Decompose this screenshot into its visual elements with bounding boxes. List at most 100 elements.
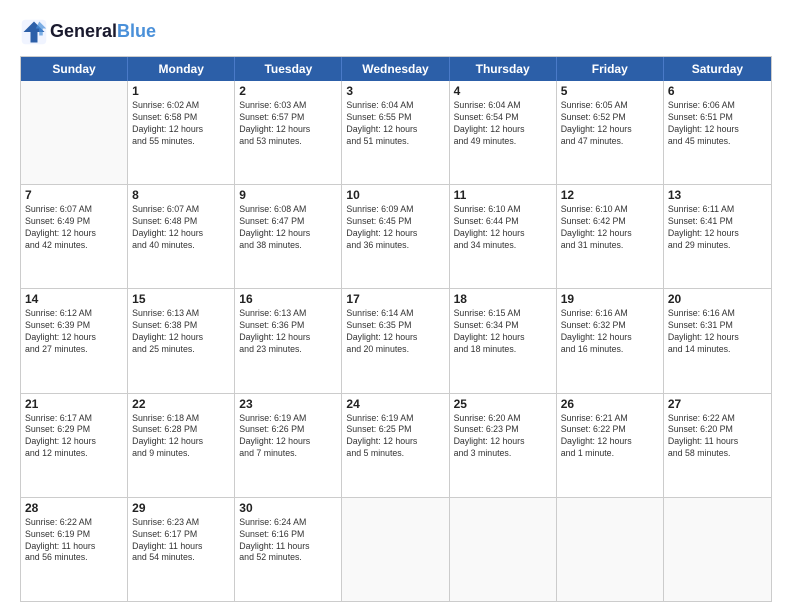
day-cell-15: 15 Sunrise: 6:13 AM Sunset: 6:38 PM Dayli… [128, 289, 235, 392]
day-cell-21: 21 Sunrise: 6:17 AM Sunset: 6:29 PM Dayli… [21, 394, 128, 497]
calendar-row-5: 28 Sunrise: 6:22 AM Sunset: 6:19 PM Dayli… [21, 497, 771, 601]
day-number: 16 [239, 292, 337, 306]
calendar: SundayMondayTuesdayWednesdayThursdayFrid… [20, 56, 772, 602]
page-header: GeneralBlue [20, 18, 772, 46]
day-header-saturday: Saturday [664, 57, 771, 81]
day-info: Sunrise: 6:02 AM Sunset: 6:58 PM Dayligh… [132, 100, 230, 148]
day-info: Sunrise: 6:07 AM Sunset: 6:48 PM Dayligh… [132, 204, 230, 252]
day-info: Sunrise: 6:04 AM Sunset: 6:55 PM Dayligh… [346, 100, 444, 148]
day-number: 3 [346, 84, 444, 98]
day-number: 1 [132, 84, 230, 98]
day-cell-19: 19Sunrise: 6:16 AM Sunset: 6:32 PM Dayli… [557, 289, 664, 392]
day-cell-12: 12 Sunrise: 6:10 AM Sunset: 6:42 PM Dayli… [557, 185, 664, 288]
day-number: 21 [25, 397, 123, 411]
day-cell-25: 25 Sunrise: 6:20 AM Sunset: 6:23 PM Dayli… [450, 394, 557, 497]
day-info: Sunrise: 6:11 AM Sunset: 6:41 PM Dayligh… [668, 204, 767, 252]
day-cell-9: 9Sunrise: 6:08 AM Sunset: 6:47 PM Daylig… [235, 185, 342, 288]
day-number: 5 [561, 84, 659, 98]
empty-cell [557, 498, 664, 601]
day-number: 8 [132, 188, 230, 202]
day-number: 15 [132, 292, 230, 306]
day-info: Sunrise: 6:13 AM Sunset: 6:36 PM Dayligh… [239, 308, 337, 356]
day-number: 19 [561, 292, 659, 306]
day-number: 30 [239, 501, 337, 515]
day-info: Sunrise: 6:09 AM Sunset: 6:45 PM Dayligh… [346, 204, 444, 252]
day-number: 14 [25, 292, 123, 306]
day-number: 13 [668, 188, 767, 202]
day-info: Sunrise: 6:22 AM Sunset: 6:20 PM Dayligh… [668, 413, 767, 461]
day-cell-3: 3 Sunrise: 6:04 AM Sunset: 6:55 PM Daylig… [342, 81, 449, 184]
day-cell-30: 30 Sunrise: 6:24 AM Sunset: 6:16 PM Dayli… [235, 498, 342, 601]
day-info: Sunrise: 6:05 AM Sunset: 6:52 PM Dayligh… [561, 100, 659, 148]
calendar-header: SundayMondayTuesdayWednesdayThursdayFrid… [21, 57, 771, 81]
day-cell-7: 7Sunrise: 6:07 AM Sunset: 6:49 PM Daylig… [21, 185, 128, 288]
day-number: 23 [239, 397, 337, 411]
day-cell-22: 22Sunrise: 6:18 AM Sunset: 6:28 PM Dayli… [128, 394, 235, 497]
empty-cell [342, 498, 449, 601]
day-info: Sunrise: 6:14 AM Sunset: 6:35 PM Dayligh… [346, 308, 444, 356]
day-cell-29: 29 Sunrise: 6:23 AM Sunset: 6:17 PM Dayli… [128, 498, 235, 601]
day-number: 12 [561, 188, 659, 202]
day-cell-2: 2 Sunrise: 6:03 AM Sunset: 6:57 PM Daylig… [235, 81, 342, 184]
day-header-sunday: Sunday [21, 57, 128, 81]
day-cell-23: 23 Sunrise: 6:19 AM Sunset: 6:26 PM Dayli… [235, 394, 342, 497]
day-cell-11: 11 Sunrise: 6:10 AM Sunset: 6:44 PM Dayli… [450, 185, 557, 288]
day-info: Sunrise: 6:19 AM Sunset: 6:26 PM Dayligh… [239, 413, 337, 461]
empty-cell [664, 498, 771, 601]
day-cell-6: 6 Sunrise: 6:06 AM Sunset: 6:51 PM Daylig… [664, 81, 771, 184]
day-cell-26: 26 Sunrise: 6:21 AM Sunset: 6:22 PM Dayli… [557, 394, 664, 497]
day-number: 4 [454, 84, 552, 98]
day-info: Sunrise: 6:13 AM Sunset: 6:38 PM Dayligh… [132, 308, 230, 356]
day-number: 29 [132, 501, 230, 515]
calendar-row-3: 14 Sunrise: 6:12 AM Sunset: 6:39 PM Dayli… [21, 288, 771, 392]
day-cell-18: 18Sunrise: 6:15 AM Sunset: 6:34 PM Dayli… [450, 289, 557, 392]
day-number: 2 [239, 84, 337, 98]
day-info: Sunrise: 6:24 AM Sunset: 6:16 PM Dayligh… [239, 517, 337, 565]
day-header-monday: Monday [128, 57, 235, 81]
calendar-row-1: 1 Sunrise: 6:02 AM Sunset: 6:58 PM Daylig… [21, 81, 771, 184]
day-number: 17 [346, 292, 444, 306]
logo-text: GeneralBlue [50, 22, 156, 42]
day-info: Sunrise: 6:10 AM Sunset: 6:42 PM Dayligh… [561, 204, 659, 252]
day-info: Sunrise: 6:22 AM Sunset: 6:19 PM Dayligh… [25, 517, 123, 565]
day-info: Sunrise: 6:10 AM Sunset: 6:44 PM Dayligh… [454, 204, 552, 252]
day-info: Sunrise: 6:20 AM Sunset: 6:23 PM Dayligh… [454, 413, 552, 461]
day-number: 22 [132, 397, 230, 411]
day-info: Sunrise: 6:21 AM Sunset: 6:22 PM Dayligh… [561, 413, 659, 461]
day-cell-13: 13 Sunrise: 6:11 AM Sunset: 6:41 PM Dayli… [664, 185, 771, 288]
day-header-tuesday: Tuesday [235, 57, 342, 81]
calendar-body: 1 Sunrise: 6:02 AM Sunset: 6:58 PM Daylig… [21, 81, 771, 601]
day-header-wednesday: Wednesday [342, 57, 449, 81]
day-header-friday: Friday [557, 57, 664, 81]
day-number: 28 [25, 501, 123, 515]
day-number: 18 [454, 292, 552, 306]
day-info: Sunrise: 6:07 AM Sunset: 6:49 PM Dayligh… [25, 204, 123, 252]
empty-cell [21, 81, 128, 184]
day-number: 27 [668, 397, 767, 411]
day-cell-24: 24Sunrise: 6:19 AM Sunset: 6:25 PM Dayli… [342, 394, 449, 497]
day-cell-16: 16 Sunrise: 6:13 AM Sunset: 6:36 PM Dayli… [235, 289, 342, 392]
day-info: Sunrise: 6:04 AM Sunset: 6:54 PM Dayligh… [454, 100, 552, 148]
day-number: 10 [346, 188, 444, 202]
day-cell-1: 1 Sunrise: 6:02 AM Sunset: 6:58 PM Daylig… [128, 81, 235, 184]
day-cell-4: 4 Sunrise: 6:04 AM Sunset: 6:54 PM Daylig… [450, 81, 557, 184]
day-cell-8: 8 Sunrise: 6:07 AM Sunset: 6:48 PM Daylig… [128, 185, 235, 288]
day-number: 9 [239, 188, 337, 202]
day-info: Sunrise: 6:23 AM Sunset: 6:17 PM Dayligh… [132, 517, 230, 565]
day-info: Sunrise: 6:16 AM Sunset: 6:31 PM Dayligh… [668, 308, 767, 356]
day-number: 11 [454, 188, 552, 202]
day-cell-27: 27 Sunrise: 6:22 AM Sunset: 6:20 PM Dayli… [664, 394, 771, 497]
day-cell-14: 14 Sunrise: 6:12 AM Sunset: 6:39 PM Dayli… [21, 289, 128, 392]
day-number: 25 [454, 397, 552, 411]
day-info: Sunrise: 6:03 AM Sunset: 6:57 PM Dayligh… [239, 100, 337, 148]
day-cell-5: 5 Sunrise: 6:05 AM Sunset: 6:52 PM Daylig… [557, 81, 664, 184]
empty-cell [450, 498, 557, 601]
day-cell-10: 10 Sunrise: 6:09 AM Sunset: 6:45 PM Dayli… [342, 185, 449, 288]
day-number: 6 [668, 84, 767, 98]
day-info: Sunrise: 6:17 AM Sunset: 6:29 PM Dayligh… [25, 413, 123, 461]
calendar-row-4: 21 Sunrise: 6:17 AM Sunset: 6:29 PM Dayli… [21, 393, 771, 497]
day-number: 26 [561, 397, 659, 411]
logo-icon [20, 18, 48, 46]
day-info: Sunrise: 6:12 AM Sunset: 6:39 PM Dayligh… [25, 308, 123, 356]
day-info: Sunrise: 6:06 AM Sunset: 6:51 PM Dayligh… [668, 100, 767, 148]
